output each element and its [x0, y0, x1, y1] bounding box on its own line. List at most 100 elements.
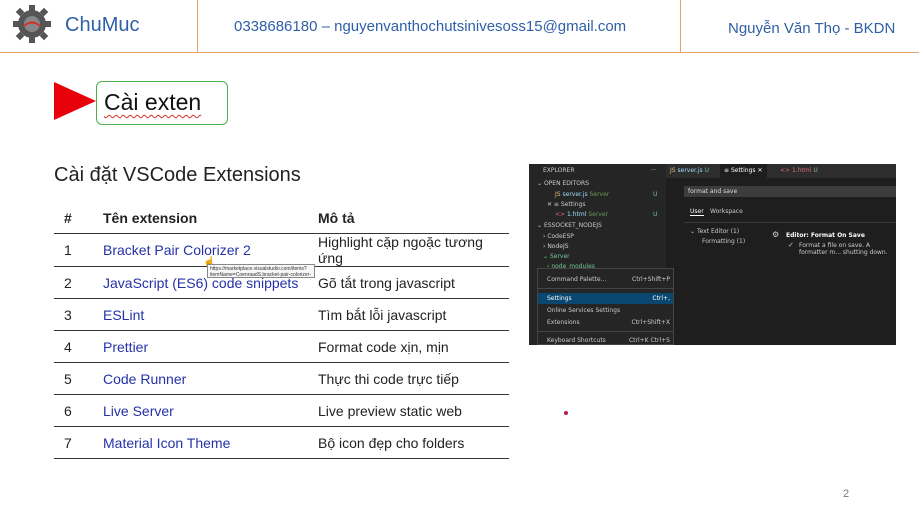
- extension-description: Highlight cặp ngoặc tương ứng: [318, 233, 509, 267]
- row-number: 1: [54, 233, 103, 267]
- section-title: Cài đặt VSCode Extensions: [54, 164, 301, 186]
- header-divider: [680, 0, 681, 52]
- contact-info: 0338686180 – nguyenvanthochutsinivesoss1…: [234, 18, 627, 35]
- tab-workspace-settings[interactable]: Workspace: [710, 208, 743, 215]
- extension-description: Gõ tắt trong javascript: [318, 266, 509, 299]
- extension-description: Format code xịn, mịn: [318, 330, 509, 363]
- html-file-icon: <>: [780, 167, 791, 174]
- tab-server-js[interactable]: JS server.js U: [666, 164, 713, 178]
- menu-label: Extensions: [547, 319, 580, 326]
- menu-label: Keyboard Shortcuts: [547, 337, 606, 344]
- tab-label: server.js: [677, 167, 703, 174]
- column-header: #: [54, 202, 103, 234]
- extensions-table: # Tên extension Mô tả 1 Bracket Pair Col…: [54, 202, 509, 459]
- menu-label: Online Services Settings: [547, 307, 621, 314]
- slide-header: ChuMuc 0338686180 – nguyenvanthochutsini…: [0, 0, 919, 53]
- git-status: U: [813, 167, 818, 174]
- table-row: 6 Live Server Live preview static web: [54, 394, 509, 427]
- menu-separator: [538, 331, 673, 332]
- slide-title-box[interactable]: Cài exten: [96, 81, 228, 125]
- close-icon[interactable]: ✕: [757, 167, 762, 174]
- html-file-icon: <>: [555, 211, 566, 218]
- tab-label: Settings: [730, 167, 756, 174]
- js-file-icon: JS: [670, 167, 676, 174]
- tree-label: Formatting (1): [702, 238, 746, 245]
- git-status: U: [653, 191, 658, 198]
- js-file-icon: JS: [555, 191, 561, 198]
- workspace-header[interactable]: ⌄ ESSOCKET_NODEJS: [537, 221, 674, 231]
- slide-title: Cài exten: [104, 89, 202, 115]
- brand-name: ChuMuc: [65, 14, 140, 36]
- row-number: 5: [54, 362, 103, 395]
- gear-icon[interactable]: ⚙: [772, 230, 779, 239]
- column-header: Tên extension: [103, 202, 318, 234]
- setting-title: Editor: Format On Save: [786, 232, 865, 239]
- menu-shortcut: Ctrl+,: [652, 295, 670, 302]
- more-actions-icon[interactable]: ···: [651, 166, 665, 176]
- menu-item[interactable]: Settings Ctrl+,: [538, 293, 673, 304]
- workspace-label: ESSOCKET_NODEJS: [543, 222, 602, 229]
- extension-description: Live preview static web: [318, 394, 509, 427]
- extension-link[interactable]: Prettier: [103, 330, 318, 363]
- table-row: 4 Prettier Format code xịn, mịn: [54, 330, 509, 363]
- file-folder: Server: [588, 211, 608, 218]
- row-number: 2: [54, 266, 103, 299]
- menu-item[interactable]: Keyboard Shortcuts Ctrl+K Ctrl+S: [538, 335, 673, 345]
- page-number: 2: [843, 488, 850, 500]
- file-name: server.js: [562, 191, 588, 198]
- menu-shortcut: Ctrl+Shift+X: [631, 319, 670, 326]
- tab-user-settings[interactable]: User: [690, 208, 704, 216]
- tree-item[interactable]: ⌄ Text Editor (1): [690, 228, 739, 235]
- open-editors-label: OPEN EDITORS: [543, 180, 590, 187]
- folder-item[interactable]: ⌄ Server: [543, 252, 680, 262]
- link-tooltip: https://marketplace.visualstudio.com/ite…: [207, 264, 315, 278]
- menu-item[interactable]: Command Palette... Ctrl+Shift+P: [538, 274, 673, 285]
- table-header-row: # Tên extension Mô tả: [54, 202, 509, 234]
- menu-label: Settings: [547, 295, 572, 302]
- folder-name: NodeJS: [547, 243, 569, 250]
- file-folder: Server: [589, 191, 610, 198]
- open-editors-header[interactable]: ⌄ OPEN EDITORS: [537, 179, 674, 189]
- row-number: 6: [54, 394, 103, 427]
- editor-area: JS server.js U ≡ Settings ✕ <> 1.html U …: [666, 164, 896, 345]
- file-name: Settings: [560, 201, 586, 208]
- checkbox-checked-icon[interactable]: ✓: [788, 241, 794, 249]
- extension-link[interactable]: Live Server: [103, 394, 318, 427]
- tab-bar: JS server.js U ≡ Settings ✕ <> 1.html U: [666, 164, 896, 178]
- extension-link[interactable]: Code Runner: [103, 362, 318, 395]
- menu-item[interactable]: Online Services Settings: [538, 305, 673, 316]
- open-file-item[interactable]: ✕ ≡ Settings: [547, 200, 684, 210]
- menu-label: Command Palette...: [547, 276, 607, 283]
- folder-name: Server: [549, 253, 570, 260]
- red-arrow-icon: [54, 82, 96, 120]
- tab-settings[interactable]: ≡ Settings ✕: [720, 164, 767, 178]
- folder-item[interactable]: › NodeJS: [543, 242, 680, 252]
- tree-label: Text Editor (1): [696, 228, 740, 235]
- tree-item[interactable]: Formatting (1): [702, 238, 745, 245]
- extension-description: Thực thi code trực tiếp: [318, 362, 509, 395]
- bullet-dot: [564, 411, 568, 415]
- extension-description: Bộ icon đẹp cho folders: [318, 426, 509, 459]
- table-row: 5 Code Runner Thực thi code trực tiếp: [54, 362, 509, 395]
- menu-shortcut: Ctrl+K Ctrl+S: [628, 337, 670, 344]
- menu-shortcut: Ctrl+Shift+P: [632, 276, 670, 283]
- extension-link[interactable]: Material Icon Theme: [103, 426, 318, 459]
- tab-label: 1.html: [791, 167, 812, 174]
- column-header: Mô tả: [318, 202, 509, 234]
- tab-1-html[interactable]: <> 1.html U: [776, 164, 822, 178]
- menu-separator: [538, 288, 673, 289]
- table-row: 1 Bracket Pair Colorizer 2 Highlight cặp…: [54, 233, 509, 267]
- table-row: 3 ESLint Tìm bắt lỗi javascript: [54, 298, 509, 331]
- row-number: 3: [54, 298, 103, 331]
- git-status: U: [704, 167, 709, 174]
- folder-item[interactable]: › CodeESP: [543, 232, 680, 242]
- extension-description: Tìm bắt lỗi javascript: [318, 298, 509, 331]
- vscode-screenshot: EXPLORER ··· ⌄ OPEN EDITORS JS server.js…: [529, 164, 896, 345]
- table-row: 7 Material Icon Theme Bộ icon đẹp cho fo…: [54, 426, 509, 459]
- author-name: Nguyễn Văn Thọ - BKDN: [728, 20, 896, 37]
- manage-menu: Command Palette... Ctrl+Shift+P Settings C…: [537, 268, 674, 345]
- settings-search-input[interactable]: format and save: [684, 186, 896, 197]
- header-divider: [197, 0, 198, 52]
- extension-link[interactable]: ESLint: [103, 298, 318, 331]
- menu-item[interactable]: Extensions Ctrl+Shift+X: [538, 317, 673, 328]
